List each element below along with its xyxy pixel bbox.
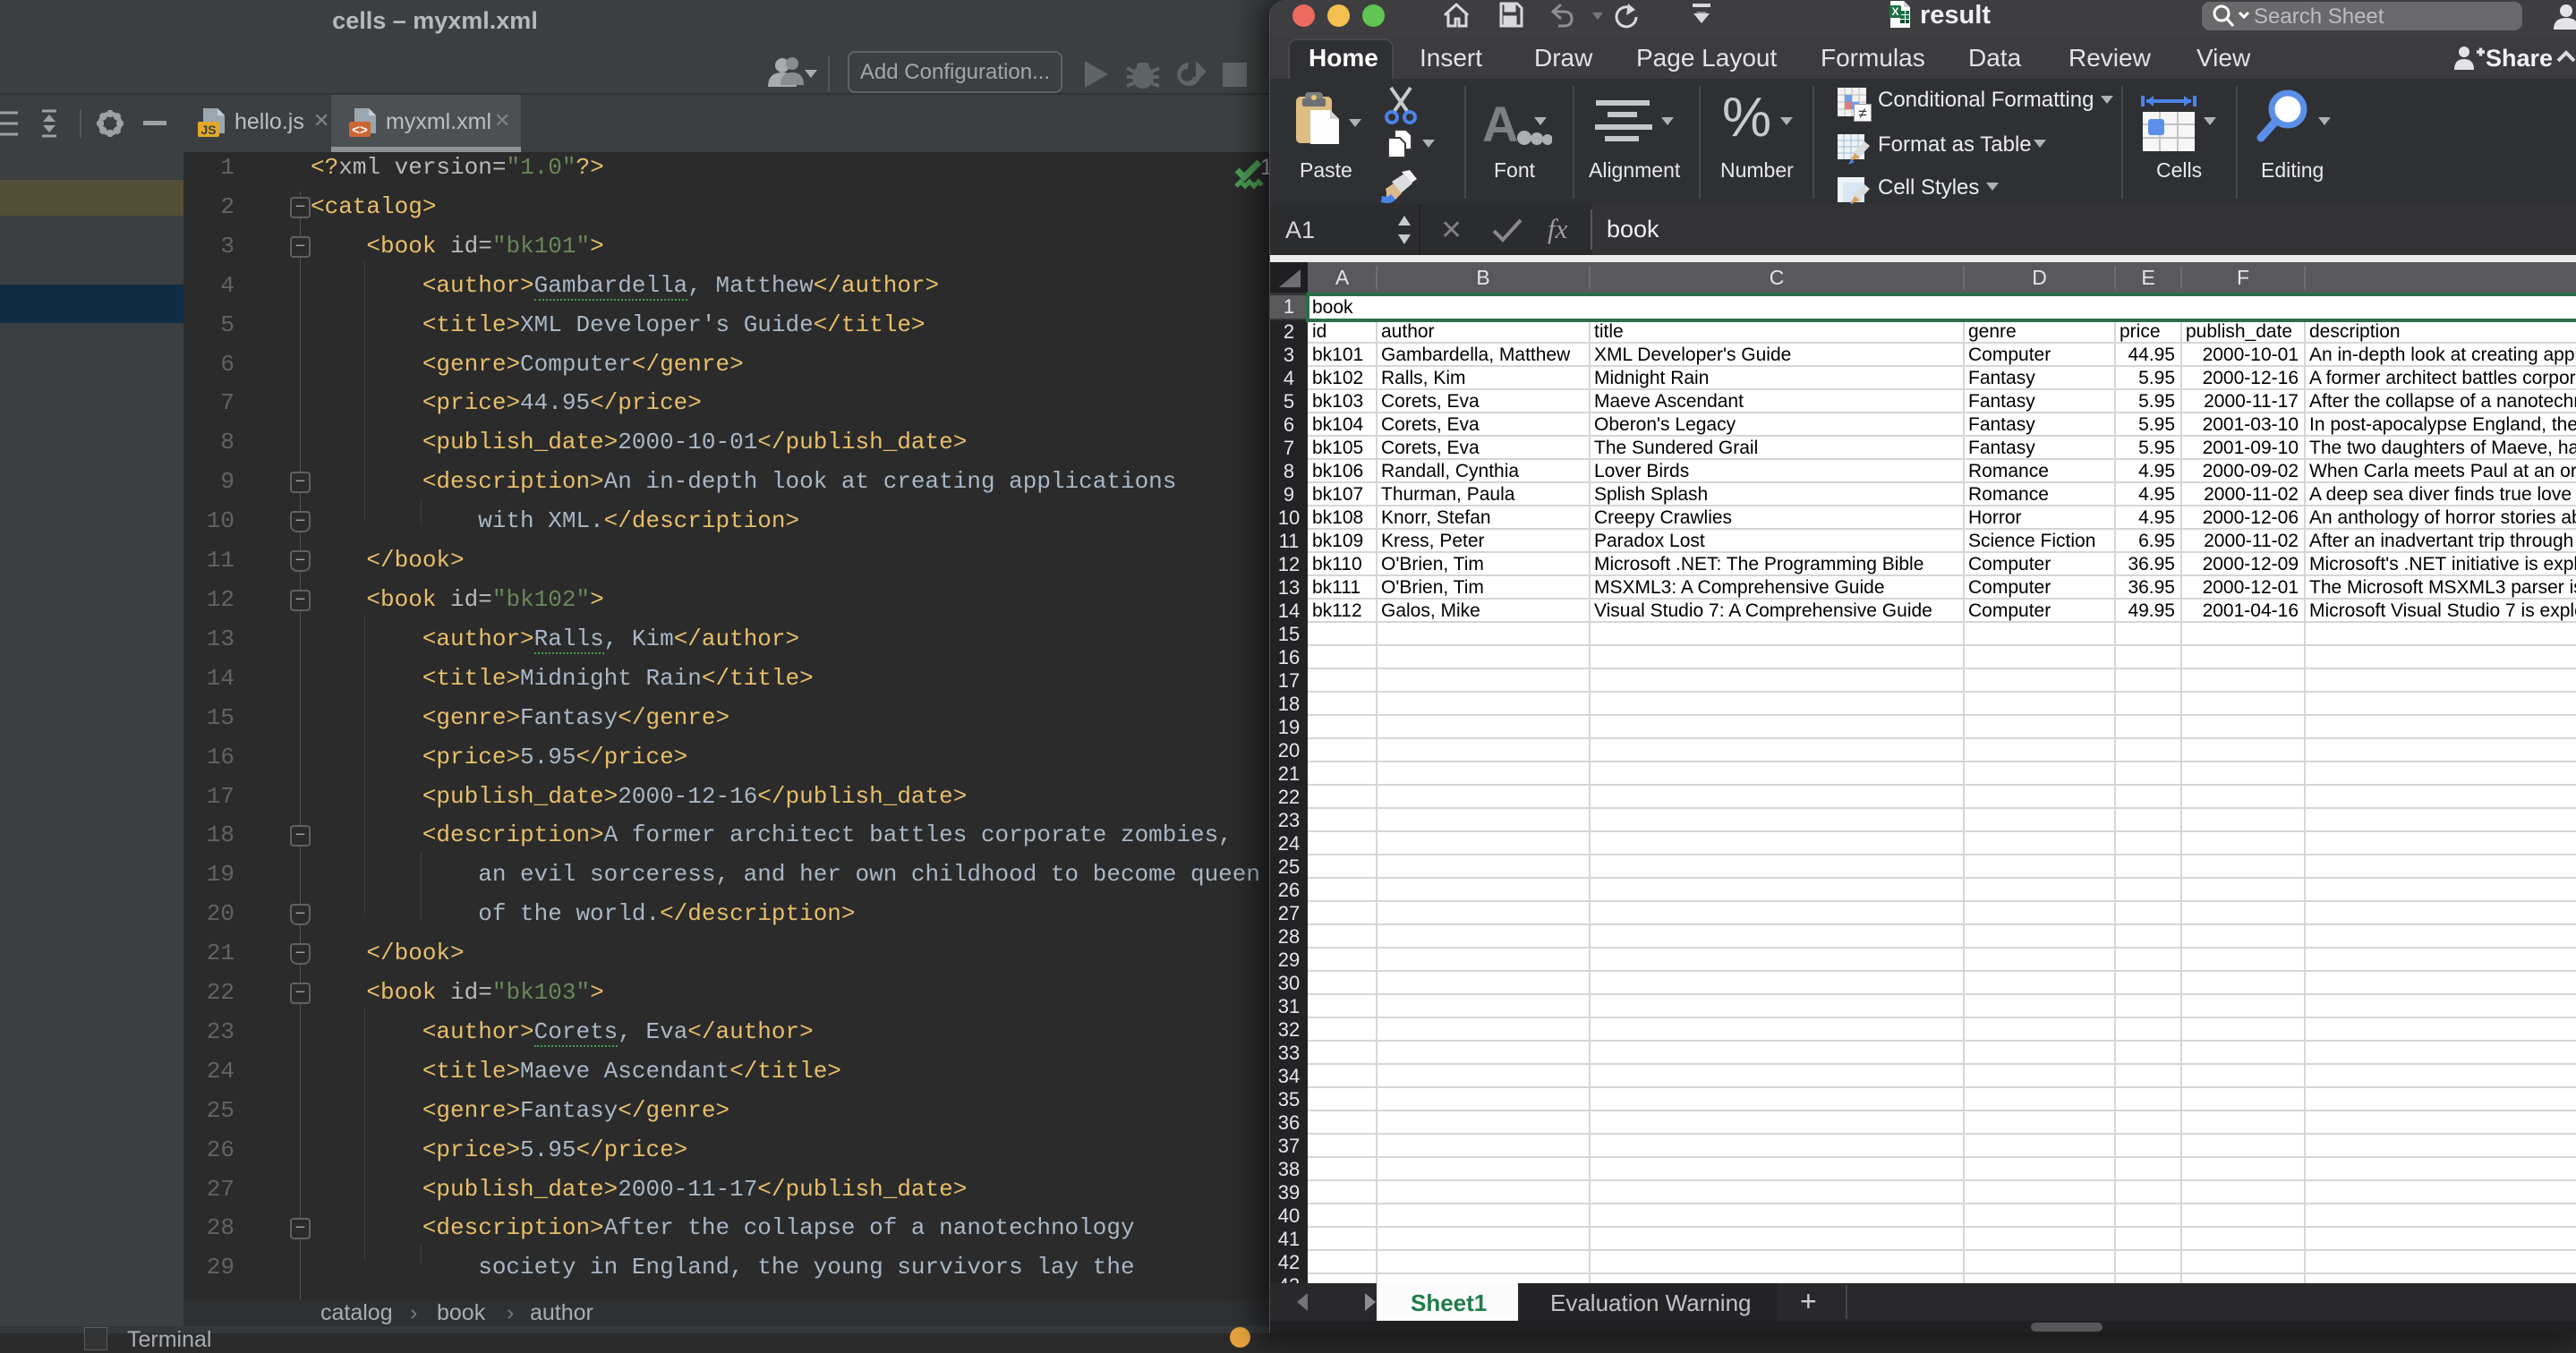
svg-text:<>: <> [352, 123, 368, 138]
svg-text:X: X [1891, 5, 1898, 18]
svg-text:JS: JS [200, 123, 216, 137]
svg-text:A: A [1482, 98, 1518, 148]
